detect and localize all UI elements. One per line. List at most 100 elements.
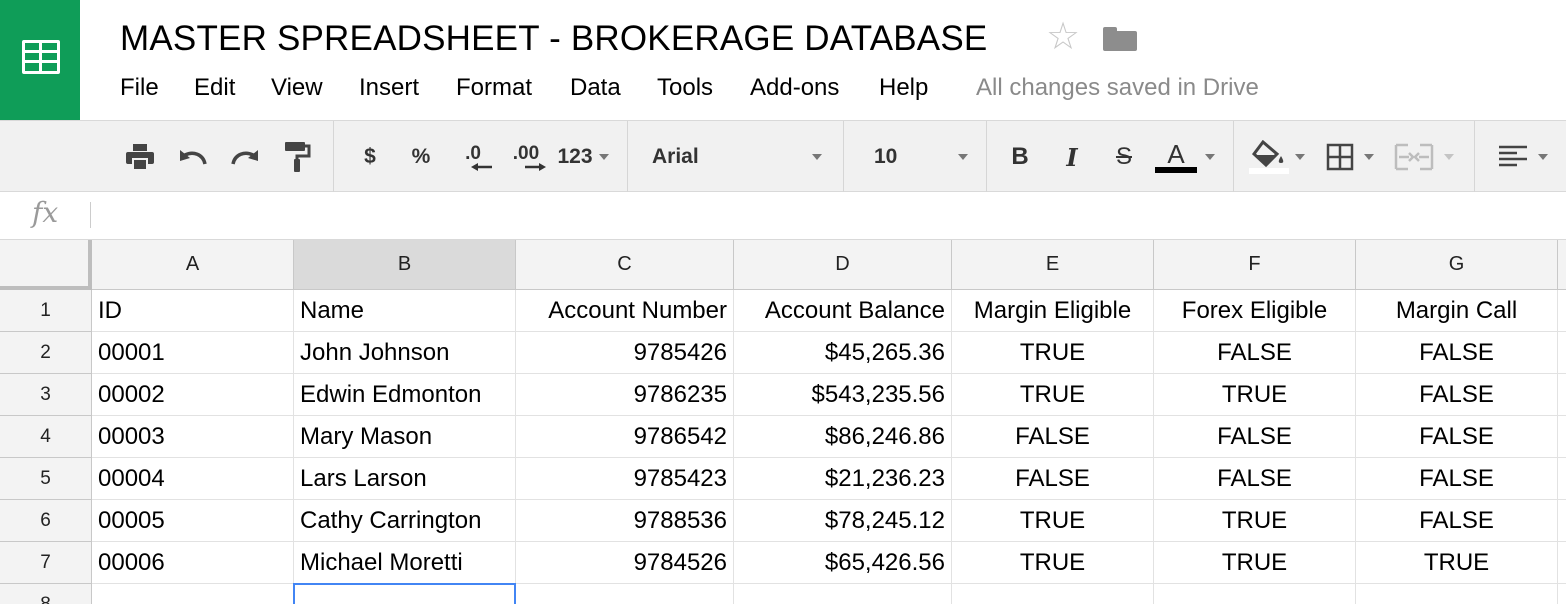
column-header-g[interactable]: G — [1356, 240, 1558, 290]
bold-button[interactable]: B — [1004, 139, 1036, 175]
document-title[interactable]: MASTER SPREADSHEET - BROKERAGE DATABASE — [120, 19, 987, 59]
cell-b7[interactable]: Michael Moretti — [294, 542, 516, 584]
strikethrough-button[interactable]: S — [1108, 139, 1140, 175]
cell-a7[interactable]: 00006 — [92, 542, 294, 584]
cell-b3[interactable]: Edwin Edmonton — [294, 374, 516, 416]
undo-button[interactable] — [174, 139, 212, 175]
row-header-8[interactable]: 8 — [0, 584, 92, 604]
row-header-3[interactable]: 3 — [0, 374, 92, 416]
column-header-b[interactable]: B — [294, 240, 516, 290]
cell-d4[interactable]: $86,246.86 — [734, 416, 952, 458]
row-header-5[interactable]: 5 — [0, 458, 92, 500]
cell-f5[interactable]: FALSE — [1154, 458, 1356, 500]
cell-e3[interactable]: TRUE — [952, 374, 1154, 416]
cell-b1[interactable]: Name — [294, 290, 516, 332]
format-percent-button[interactable]: % — [404, 139, 438, 175]
menu-add-ons[interactable]: Add-ons — [750, 74, 839, 102]
row-header-1[interactable]: 1 — [0, 290, 92, 332]
text-color-button[interactable]: A — [1152, 139, 1218, 175]
fill-color-button[interactable] — [1246, 139, 1308, 175]
cell-c4[interactable]: 9786542 — [516, 416, 734, 458]
cell-b4[interactable]: Mary Mason — [294, 416, 516, 458]
cell-d7[interactable]: $65,426.56 — [734, 542, 952, 584]
horizontal-align-button[interactable] — [1492, 139, 1554, 175]
menu-data[interactable]: Data — [570, 74, 621, 102]
print-button[interactable] — [122, 139, 158, 175]
cell-d1[interactable]: Account Balance — [734, 290, 952, 332]
font-family-select[interactable]: Arial — [652, 139, 822, 175]
cell-f7[interactable]: TRUE — [1154, 542, 1356, 584]
decrease-decimal-button[interactable]: .0 — [454, 139, 492, 175]
cell-a5[interactable]: 00004 — [92, 458, 294, 500]
increase-decimal-button[interactable]: .00 — [504, 139, 548, 175]
row-header-4[interactable]: 4 — [0, 416, 92, 458]
cell-f2[interactable]: FALSE — [1154, 332, 1356, 374]
select-all-corner[interactable] — [0, 240, 92, 290]
column-header-c[interactable]: C — [516, 240, 734, 290]
row-header-7[interactable]: 7 — [0, 542, 92, 584]
cell-a8[interactable] — [92, 584, 294, 604]
cell-a3[interactable]: 00002 — [92, 374, 294, 416]
cell-c2[interactable]: 9785426 — [516, 332, 734, 374]
cell-g7[interactable]: TRUE — [1356, 542, 1558, 584]
cell-f4[interactable]: FALSE — [1154, 416, 1356, 458]
borders-button[interactable] — [1322, 139, 1378, 175]
cell-c7[interactable]: 9784526 — [516, 542, 734, 584]
cell-d5[interactable]: $21,236.23 — [734, 458, 952, 500]
cell-c1[interactable]: Account Number — [516, 290, 734, 332]
cell-e2[interactable]: TRUE — [952, 332, 1154, 374]
cell-b8[interactable] — [294, 584, 516, 604]
paint-format-button[interactable] — [280, 139, 314, 175]
cell-g6[interactable]: FALSE — [1356, 500, 1558, 542]
menu-edit[interactable]: Edit — [194, 74, 235, 102]
column-header-f[interactable]: F — [1154, 240, 1356, 290]
menu-help[interactable]: Help — [879, 74, 928, 102]
font-size-select[interactable]: 10 — [874, 139, 968, 175]
cell-e8[interactable] — [952, 584, 1154, 604]
cell-e5[interactable]: FALSE — [952, 458, 1154, 500]
cell-f3[interactable]: TRUE — [1154, 374, 1356, 416]
column-header-e[interactable]: E — [952, 240, 1154, 290]
merge-cells-button[interactable] — [1390, 139, 1458, 175]
cell-d3[interactable]: $543,235.56 — [734, 374, 952, 416]
cell-g5[interactable]: FALSE — [1356, 458, 1558, 500]
menu-insert[interactable]: Insert — [359, 74, 419, 102]
cell-g2[interactable]: FALSE — [1356, 332, 1558, 374]
cell-c3[interactable]: 9786235 — [516, 374, 734, 416]
cell-c5[interactable]: 9785423 — [516, 458, 734, 500]
cell-f1[interactable]: Forex Eligible — [1154, 290, 1356, 332]
cell-e1[interactable]: Margin Eligible — [952, 290, 1154, 332]
cell-a1[interactable]: ID — [92, 290, 294, 332]
cell-e4[interactable]: FALSE — [952, 416, 1154, 458]
cell-e7[interactable]: TRUE — [952, 542, 1154, 584]
menu-format[interactable]: Format — [456, 74, 532, 102]
format-currency-button[interactable]: $ — [356, 139, 384, 175]
column-header-d[interactable]: D — [734, 240, 952, 290]
column-header-a[interactable]: A — [92, 240, 294, 290]
cell-g1[interactable]: Margin Call — [1356, 290, 1558, 332]
cell-g3[interactable]: FALSE — [1356, 374, 1558, 416]
cell-a6[interactable]: 00005 — [92, 500, 294, 542]
redo-button[interactable] — [226, 139, 264, 175]
cell-b2[interactable]: John Johnson — [294, 332, 516, 374]
cell-d8[interactable] — [734, 584, 952, 604]
cell-d6[interactable]: $78,245.12 — [734, 500, 952, 542]
menu-file[interactable]: File — [120, 74, 159, 102]
folder-icon[interactable] — [1103, 27, 1137, 51]
italic-button[interactable]: I — [1056, 139, 1088, 175]
cell-f8[interactable] — [1154, 584, 1356, 604]
more-formats-button[interactable]: 123 — [553, 139, 613, 175]
star-icon[interactable]: ☆ — [1046, 18, 1080, 56]
menu-view[interactable]: View — [271, 74, 323, 102]
row-header-6[interactable]: 6 — [0, 500, 92, 542]
save-status[interactable]: All changes saved in Drive — [976, 74, 1259, 102]
cell-g4[interactable]: FALSE — [1356, 416, 1558, 458]
cell-b6[interactable]: Cathy Carrington — [294, 500, 516, 542]
cell-g8[interactable] — [1356, 584, 1558, 604]
row-header-2[interactable]: 2 — [0, 332, 92, 374]
cell-a2[interactable]: 00001 — [92, 332, 294, 374]
cell-a4[interactable]: 00003 — [92, 416, 294, 458]
cell-e6[interactable]: TRUE — [952, 500, 1154, 542]
cell-c8[interactable] — [516, 584, 734, 604]
cell-d2[interactable]: $45,265.36 — [734, 332, 952, 374]
